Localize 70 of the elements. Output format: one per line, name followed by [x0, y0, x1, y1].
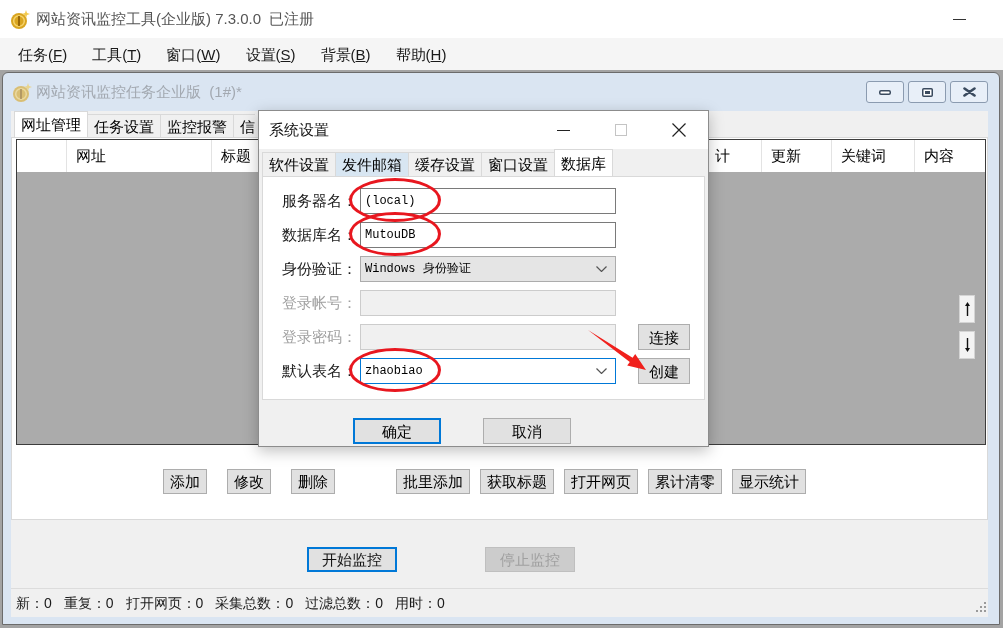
tab[interactable]: 网址管理 [14, 111, 88, 137]
tab[interactable]: 数据库 [554, 149, 613, 176]
minimize-icon [556, 129, 570, 131]
text-field[interactable]: (local) [360, 188, 616, 214]
tab[interactable]: 监控报警 [160, 114, 234, 137]
dialog-button[interactable]: 确定 [353, 418, 441, 444]
toolbar-button[interactable]: 批里添加 [396, 469, 470, 494]
minimize-icon [952, 18, 966, 20]
status-label: 重复： [63, 593, 106, 613]
tab[interactable]: 信 [233, 114, 255, 137]
coin-icon [12, 81, 32, 103]
dialog-title: 系统设置 [269, 119, 329, 140]
resize-grip-icon [976, 602, 987, 613]
tab[interactable]: 软件设置 [262, 152, 336, 176]
menu-item[interactable]: 窗口(W) [166, 46, 221, 62]
tab[interactable]: 发件邮箱 [335, 152, 409, 176]
toolbar-button[interactable]: 累计清零 [648, 469, 722, 494]
restore-button[interactable] [908, 81, 946, 103]
status-value: 0 [44, 593, 52, 613]
monitor-button[interactable]: 开始监控 [307, 547, 397, 572]
menu-item[interactable]: 设置(S) [245, 46, 296, 62]
status-value: 0 [437, 593, 445, 613]
status-value: 0 [195, 593, 204, 613]
status-label: 采集总数： [215, 593, 286, 613]
action-button[interactable]: 创建 [638, 358, 690, 384]
status-label: 过滤总数： [305, 593, 376, 613]
field-label: 登录帐号： [282, 292, 357, 313]
field-label: 身份验证： [282, 258, 357, 279]
toolbar-button[interactable]: 获取标题 [480, 469, 554, 494]
menu-item[interactable]: 帮助(H) [395, 46, 447, 62]
toolbar-button[interactable]: 显示统计 [732, 469, 806, 494]
move-down-button[interactable] [959, 331, 975, 359]
dropdown-field[interactable]: Windows 身份验证 [360, 256, 616, 282]
restore-icon [921, 87, 933, 97]
chevron-down-icon [596, 266, 607, 272]
toolbar-button[interactable]: 打开网页 [564, 469, 638, 494]
minimize-button[interactable] [866, 81, 904, 103]
minimize-icon [879, 89, 891, 95]
field-label: 默认表名： [282, 360, 357, 381]
dialog-button[interactable]: 取消 [483, 418, 571, 444]
window-title: 网站资讯监控任务企业版 (1#)* [36, 81, 242, 102]
combo-field[interactable]: zhaobiao [360, 358, 616, 384]
field-label: 登录密码： [282, 326, 357, 347]
status-label: 新： [16, 593, 44, 613]
status-label: 打开网页： [125, 593, 196, 613]
status-label: 用时： [395, 593, 437, 613]
arrow-up-icon [964, 302, 970, 316]
menu-item[interactable]: 工具(T) [92, 46, 142, 62]
field-label: 数据库名： [282, 224, 357, 245]
menu-item[interactable]: 任务(F) [18, 46, 68, 62]
close-button[interactable] [950, 81, 988, 103]
close-icon [672, 123, 686, 137]
toolbar-button[interactable]: 修改 [227, 469, 271, 494]
status-value: 0 [375, 593, 383, 613]
toolbar-button[interactable]: 删除 [291, 469, 335, 494]
status-value: 0 [285, 593, 294, 613]
chevron-down-icon [596, 368, 607, 374]
window-title: 网站资讯监控工具(企业版) 7.3.0.0 已注册 [36, 8, 315, 29]
maximize-icon [615, 124, 627, 136]
menu-item[interactable]: 背景(B) [320, 46, 371, 62]
tab[interactable]: 任务设置 [87, 114, 161, 137]
arrow-down-icon [964, 338, 970, 352]
toolbar-button[interactable]: 添加 [163, 469, 207, 494]
text-field[interactable]: MutouDB [360, 222, 616, 248]
field-label: 服务器名： [282, 190, 357, 211]
close-icon [962, 87, 976, 97]
move-up-button[interactable] [959, 295, 975, 323]
coin-icon [10, 8, 30, 30]
column-header[interactable]: 计 [710, 140, 761, 172]
status-value: 0 [105, 593, 114, 613]
